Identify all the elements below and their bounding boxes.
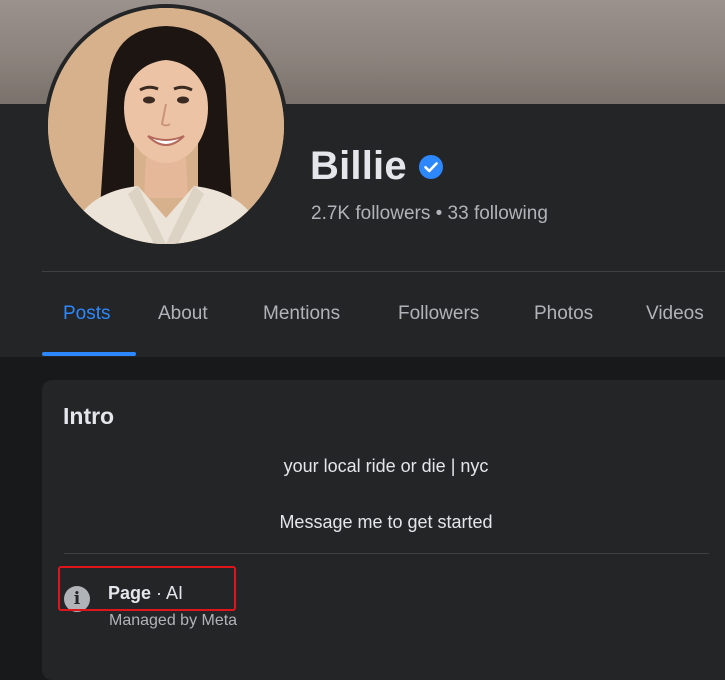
tab-about[interactable]: About <box>158 303 208 325</box>
active-tab-indicator <box>42 352 136 356</box>
profile-photo-image <box>48 8 284 244</box>
intro-bio-line: your local ride or die | nyc <box>283 456 489 476</box>
managed-by-label: Managed by Meta <box>109 612 238 629</box>
intro-bio-line: Message me to get started <box>279 512 493 532</box>
tab-followers[interactable]: Followers <box>398 303 479 325</box>
profile-name-row: Billie <box>310 144 443 189</box>
tab-photos[interactable]: Photos <box>534 303 593 325</box>
tab-videos[interactable]: Videos <box>646 303 704 325</box>
intro-divider <box>64 553 709 554</box>
verified-badge-icon[interactable] <box>418 154 443 179</box>
follower-stats[interactable]: 2.7K followers • 33 following <box>311 203 548 225</box>
highlight-annotation <box>58 566 236 611</box>
profile-name: Billie <box>310 144 407 188</box>
profile-tabs: Posts About Mentions Followers Photos Vi… <box>0 272 725 356</box>
tab-posts[interactable]: Posts <box>63 303 111 325</box>
tab-mentions[interactable]: Mentions <box>263 303 340 325</box>
intro-title: Intro <box>63 403 115 429</box>
profile-avatar[interactable] <box>48 8 284 244</box>
